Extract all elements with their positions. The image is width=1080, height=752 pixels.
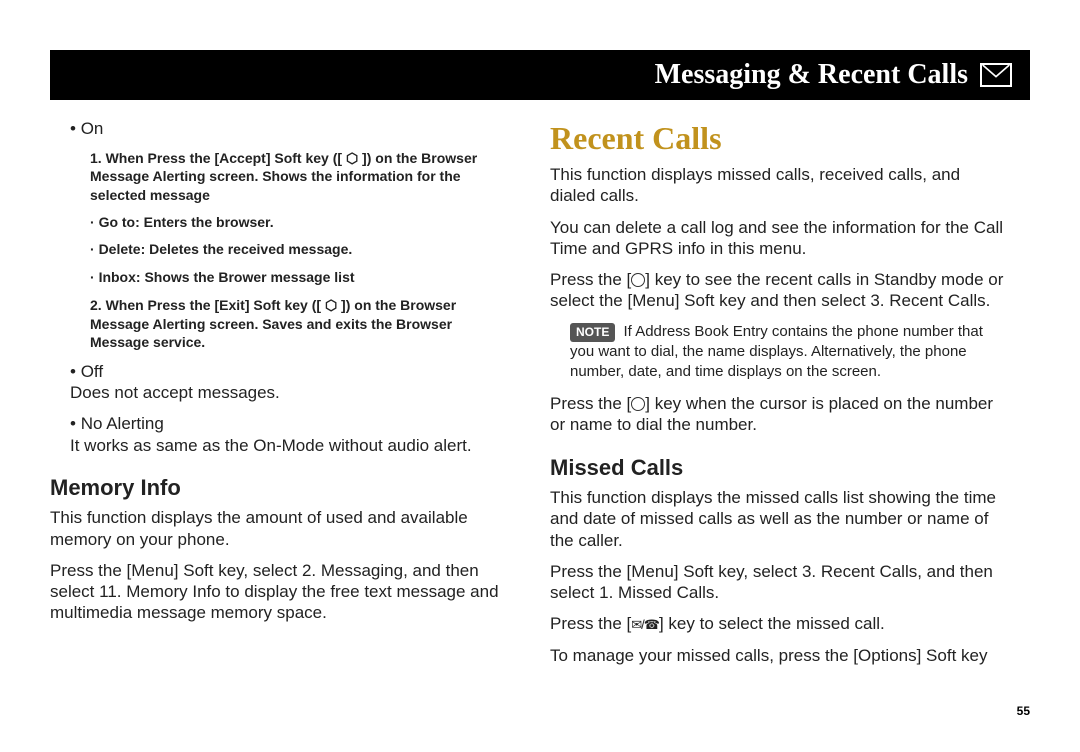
send-key-icon	[631, 397, 645, 411]
header-title: Messaging & Recent Calls	[655, 59, 968, 91]
delete-action: Delete: Deletes the received message.	[50, 241, 510, 259]
recent-calls-heading: Recent Calls	[550, 118, 1010, 158]
envelope-icon	[980, 63, 1012, 87]
missed-calls-p2: Press the [Menu] Soft key, select 3. Rec…	[550, 561, 1010, 604]
note-text: If Address Book Entry contains the phone…	[570, 323, 983, 380]
text-fragment: Press the [	[550, 614, 631, 633]
recent-calls-p4: Press the [] key when the cursor is plac…	[550, 393, 1010, 436]
memory-info-p2: Press the [Menu] Soft key, select 2. Mes…	[50, 560, 510, 624]
recent-calls-p2: You can delete a call log and see the in…	[550, 217, 1010, 260]
memory-info-heading: Memory Info	[50, 474, 510, 502]
manual-page: Messaging & Recent Calls On 1. When Pres…	[0, 0, 1080, 752]
bullet-on: On	[50, 118, 510, 139]
goto-action: Go to: Enters the browser.	[50, 214, 510, 232]
recent-calls-p3: Press the [] key to see the recent calls…	[550, 269, 1010, 312]
noalert-description: It works as same as the On-Mode without …	[50, 435, 510, 456]
bullet-noalert: No Alerting	[50, 413, 510, 434]
bullet-off: Off	[50, 361, 510, 382]
left-column: On 1. When Press the [Accept] Soft key (…	[50, 118, 510, 676]
missed-calls-heading: Missed Calls	[550, 454, 1010, 482]
missed-calls-p1: This function displays the missed calls …	[550, 487, 1010, 551]
two-column-layout: On 1. When Press the [Accept] Soft key (…	[50, 118, 1030, 676]
missed-calls-p3: Press the [✉/☎] key to select the missed…	[550, 613, 1010, 634]
memory-info-p1: This function displays the amount of use…	[50, 507, 510, 550]
note-box: NOTE If Address Book Entry contains the …	[550, 322, 1010, 382]
exit-softkey-instruction: 2. When Press the [Exit] Soft key ([ ⬡ ]…	[50, 296, 510, 351]
inbox-action: Inbox: Shows the Brower message list	[50, 269, 510, 287]
text-fragment: Press the [	[550, 394, 631, 413]
msg-phone-key-icon: ✉/☎	[631, 617, 659, 632]
accept-softkey-instruction: 1. When Press the [Accept] Soft key ([ ⬡…	[50, 149, 510, 204]
text-fragment: Press the [	[550, 270, 631, 289]
missed-calls-p4: To manage your missed calls, press the […	[550, 645, 1010, 666]
section-header: Messaging & Recent Calls	[50, 50, 1030, 100]
recent-calls-p1: This function displays missed calls, rec…	[550, 164, 1010, 207]
note-badge: NOTE	[570, 323, 615, 343]
page-number: 55	[1017, 704, 1030, 718]
right-column: Recent Calls This function displays miss…	[550, 118, 1010, 676]
text-fragment: ] key to select the missed call.	[659, 614, 885, 633]
off-description: Does not accept messages.	[50, 382, 510, 403]
send-key-icon	[631, 273, 645, 287]
